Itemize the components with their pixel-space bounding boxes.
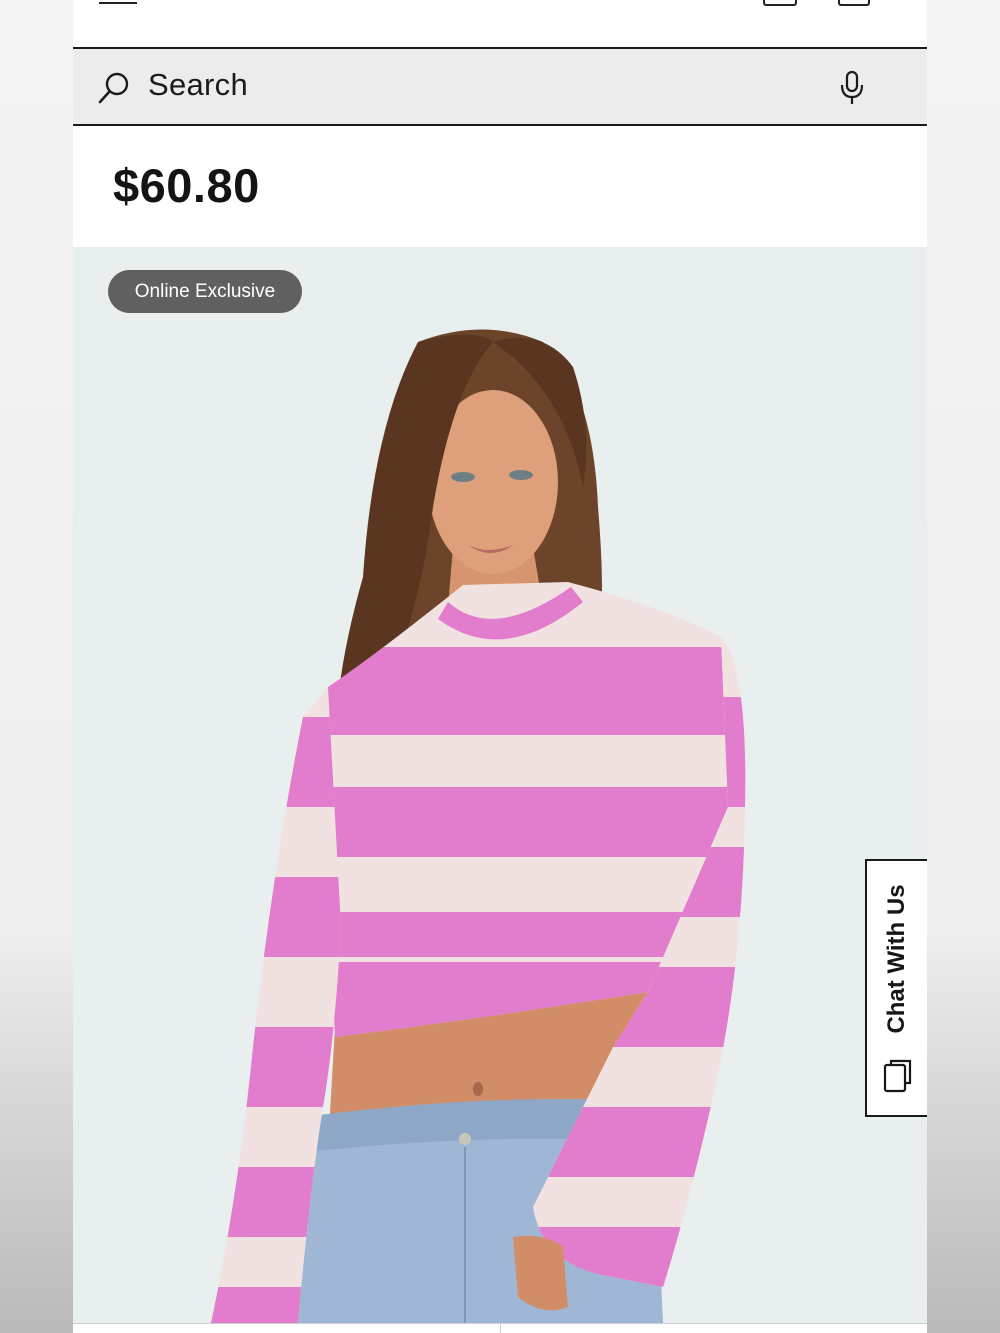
top-header (73, 0, 927, 49)
chat-with-us-button[interactable]: Chat With Us (865, 859, 927, 1117)
product-model-photo (211, 329, 746, 1323)
shopping-bag-icon[interactable] (838, 0, 870, 6)
product-image[interactable]: Online Exclusive Chat With Us (73, 247, 927, 1323)
price-section: $60.80 (73, 126, 927, 247)
online-exclusive-badge: Online Exclusive (108, 270, 302, 313)
bottom-toolbar (73, 1323, 927, 1333)
search-input[interactable]: Search (148, 67, 248, 103)
search-bar[interactable]: Search (73, 49, 927, 126)
toolbar-divider (500, 1324, 501, 1333)
search-icon (98, 72, 129, 104)
mobile-page: Search $60.80 Online Exclusive Chat With… (73, 0, 927, 1333)
chat-label: Chat With Us (883, 884, 910, 1034)
hamburger-menu-icon[interactable] (99, 0, 137, 4)
microphone-icon[interactable] (839, 70, 865, 106)
product-price: $60.80 (113, 159, 260, 212)
chat-icon (883, 1059, 912, 1093)
account-icon[interactable] (763, 0, 797, 6)
